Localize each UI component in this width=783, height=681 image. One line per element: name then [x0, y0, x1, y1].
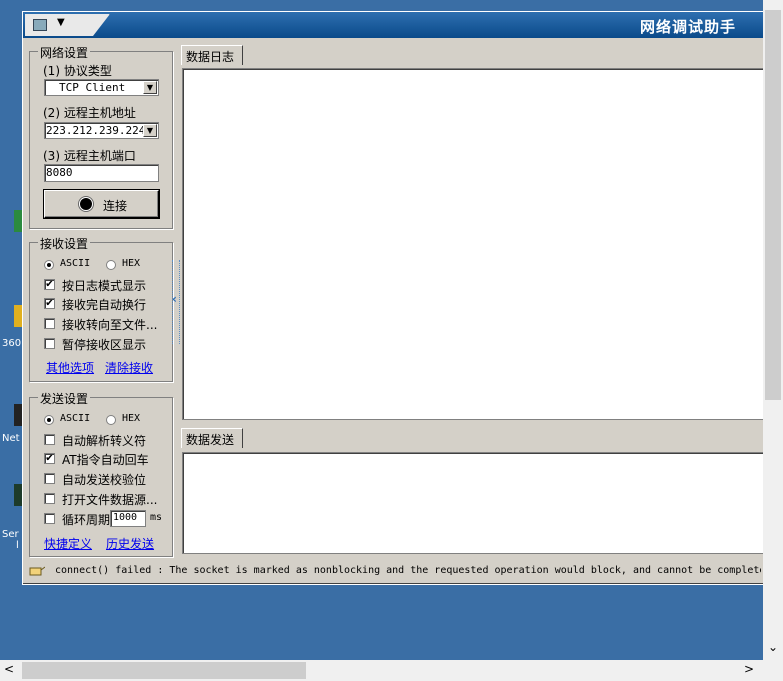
scroll-left-icon[interactable]: < — [4, 662, 14, 676]
status-bar: connect() failed : The socket is marked … — [25, 563, 761, 581]
receive-more-options-link[interactable]: 其他选项 — [46, 359, 94, 376]
chevron-down-icon[interactable]: ▼ — [143, 124, 157, 137]
connect-label: 连接 — [103, 199, 128, 213]
window-title: 网络调试助手 — [639, 18, 736, 36]
receive-option-label: 暂停接收区显示 — [62, 338, 147, 352]
receive-hex-radio[interactable] — [106, 260, 116, 270]
scroll-thumb[interactable] — [22, 662, 306, 679]
send-option-checkbox[interactable] — [44, 434, 55, 445]
vertical-scrollbar[interactable]: ⌄ — [763, 0, 783, 660]
receive-option-label: 接收完自动换行 — [62, 298, 147, 312]
port-label: (3) 远程主机端口 — [43, 149, 136, 163]
clear-receive-link[interactable]: 清除接收 — [105, 359, 153, 376]
receive-option-checkbox[interactable]: ✔ — [44, 298, 55, 309]
send-option-checkbox[interactable] — [44, 473, 55, 484]
network-settings-group: 网络设置 (1) 协议类型 TCP Client ▼ (2) 远程主机地址 22… — [29, 44, 173, 229]
data-send-input[interactable] — [182, 452, 769, 554]
group-title: 网络设置 — [38, 44, 91, 61]
scroll-right-icon[interactable]: > — [744, 662, 754, 676]
receive-option-checkbox[interactable] — [44, 338, 55, 349]
host-value: 223.212.239.224 — [46, 124, 146, 137]
send-option-checkbox[interactable] — [44, 513, 55, 524]
protocol-value: TCP Client — [59, 81, 126, 94]
tab-label: 数据日志 — [186, 50, 235, 64]
connect-button[interactable]: 连接 — [44, 190, 159, 218]
desktop-icon-label[interactable]: Net — [2, 433, 20, 444]
desktop-icon-fragment — [14, 404, 22, 426]
send-option-label: AT指令自动回车 — [62, 453, 149, 467]
send-ascii-radio[interactable] — [44, 415, 54, 425]
scroll-thumb[interactable] — [765, 10, 781, 400]
hand-pointer-icon — [29, 566, 45, 576]
connect-status-icon — [80, 198, 92, 210]
protocol-select[interactable]: TCP Client ▼ — [44, 79, 159, 96]
desktop-icon-fragment — [14, 305, 22, 327]
send-option-checkbox[interactable]: ✔ — [44, 453, 55, 464]
loop-period-value: 1000 — [113, 512, 138, 523]
receive-settings-group: 接收设置 ASCII HEX ✔ 按日志模式显示 ✔ 接收完自动换行 接收转向至… — [29, 235, 173, 382]
port-input[interactable]: 8080 — [44, 164, 159, 182]
send-option-label: 打开文件数据源... — [62, 493, 158, 507]
main-window: ▼ 网络调试助手 网络设置 (1) 协议类型 TCP Client ▼ (2) … — [22, 11, 783, 585]
title-bar[interactable]: ▼ 网络调试助手 — [23, 12, 782, 38]
tab-label: 数据发送 — [186, 433, 235, 447]
receive-option-label: 接收转向至文件... — [62, 318, 158, 332]
receive-option-checkbox[interactable] — [44, 318, 55, 329]
group-title: 发送设置 — [38, 390, 91, 407]
send-hex-label: HEX — [122, 413, 141, 424]
receive-option-checkbox[interactable]: ✔ — [44, 279, 55, 290]
desktop-icon-label[interactable]: Ser — [2, 529, 19, 540]
receive-option-label: 按日志模式显示 — [62, 279, 147, 293]
send-history-link[interactable]: 历史发送 — [106, 535, 154, 552]
host-select[interactable]: 223.212.239.224 ▼ — [44, 122, 159, 139]
port-value: 8080 — [46, 166, 73, 179]
host-label: (2) 远程主机地址 — [43, 106, 136, 120]
protocol-label: (1) 协议类型 — [43, 64, 112, 78]
receive-ascii-label: ASCII — [60, 258, 91, 269]
desktop-icon-fragment — [14, 210, 22, 232]
loop-period-unit: ms — [150, 512, 163, 523]
send-ascii-label: ASCII — [60, 413, 91, 424]
send-settings-group: 发送设置 ASCII HEX 自动解析转义符 ✔ AT指令自动回车 自动发送校验… — [29, 390, 173, 557]
send-hex-radio[interactable] — [106, 415, 116, 425]
tab-data-send[interactable]: 数据发送 — [181, 428, 243, 448]
tab-data-log[interactable]: 数据日志 — [181, 45, 243, 65]
send-option-label: 自动发送校验位 — [62, 473, 147, 487]
shortcut-define-link[interactable]: 快捷定义 — [44, 535, 92, 552]
system-menu-button[interactable]: ▼ — [25, 14, 110, 36]
data-log-pane[interactable] — [182, 68, 769, 420]
status-message: connect() failed : The socket is marked … — [55, 565, 761, 576]
group-title: 接收设置 — [38, 235, 91, 252]
dropdown-arrow-icon: ▼ — [57, 17, 65, 28]
receive-ascii-radio[interactable] — [44, 260, 54, 270]
desktop-icon-label[interactable]: 360 — [2, 338, 21, 349]
window-icon — [33, 19, 47, 31]
desktop-icon-fragment — [14, 484, 22, 506]
horizontal-scrollbar[interactable]: < > — [0, 660, 763, 681]
send-option-label: 循环周期 — [62, 513, 111, 527]
receive-hex-label: HEX — [122, 258, 141, 269]
scroll-down-icon[interactable]: ⌄ — [768, 640, 778, 654]
send-option-label: 自动解析转义符 — [62, 434, 147, 448]
scrollbar-corner — [763, 660, 783, 681]
desktop-icon-label[interactable]: l — [16, 540, 19, 551]
chevron-down-icon[interactable]: ▼ — [143, 81, 157, 94]
send-option-checkbox[interactable] — [44, 493, 55, 504]
loop-period-input[interactable]: 1000 — [110, 510, 146, 527]
collapse-arrow-icon[interactable]: ‹ — [172, 292, 177, 306]
